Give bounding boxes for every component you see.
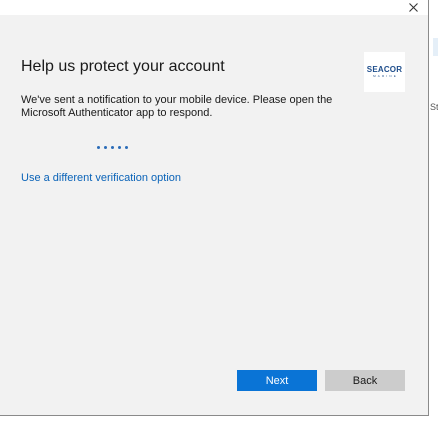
background-window [429,0,438,421]
logo-sub-text: MARINE [373,74,398,78]
background-highlight [433,38,438,56]
loading-dot [118,146,121,149]
dialog-heading: Help us protect your account [21,58,225,75]
close-button[interactable] [402,0,424,15]
loading-dots-icon [97,146,128,149]
close-icon [408,3,418,12]
loading-dot [111,146,114,149]
back-button[interactable]: Back [325,370,405,391]
background-text: St [430,102,438,112]
different-verification-link[interactable]: Use a different verification option [21,172,181,185]
verification-dialog: Help us protect your account SEACOR MARI… [0,0,429,416]
dialog-message: We've sent a notification to your mobile… [21,94,333,119]
next-button[interactable]: Next [237,370,317,391]
title-bar [0,0,428,15]
loading-dot [97,146,100,149]
loading-dot [104,146,107,149]
logo-main-text: SEACOR [366,65,403,74]
loading-dot [125,146,128,149]
company-logo: SEACOR MARINE [364,52,405,92]
